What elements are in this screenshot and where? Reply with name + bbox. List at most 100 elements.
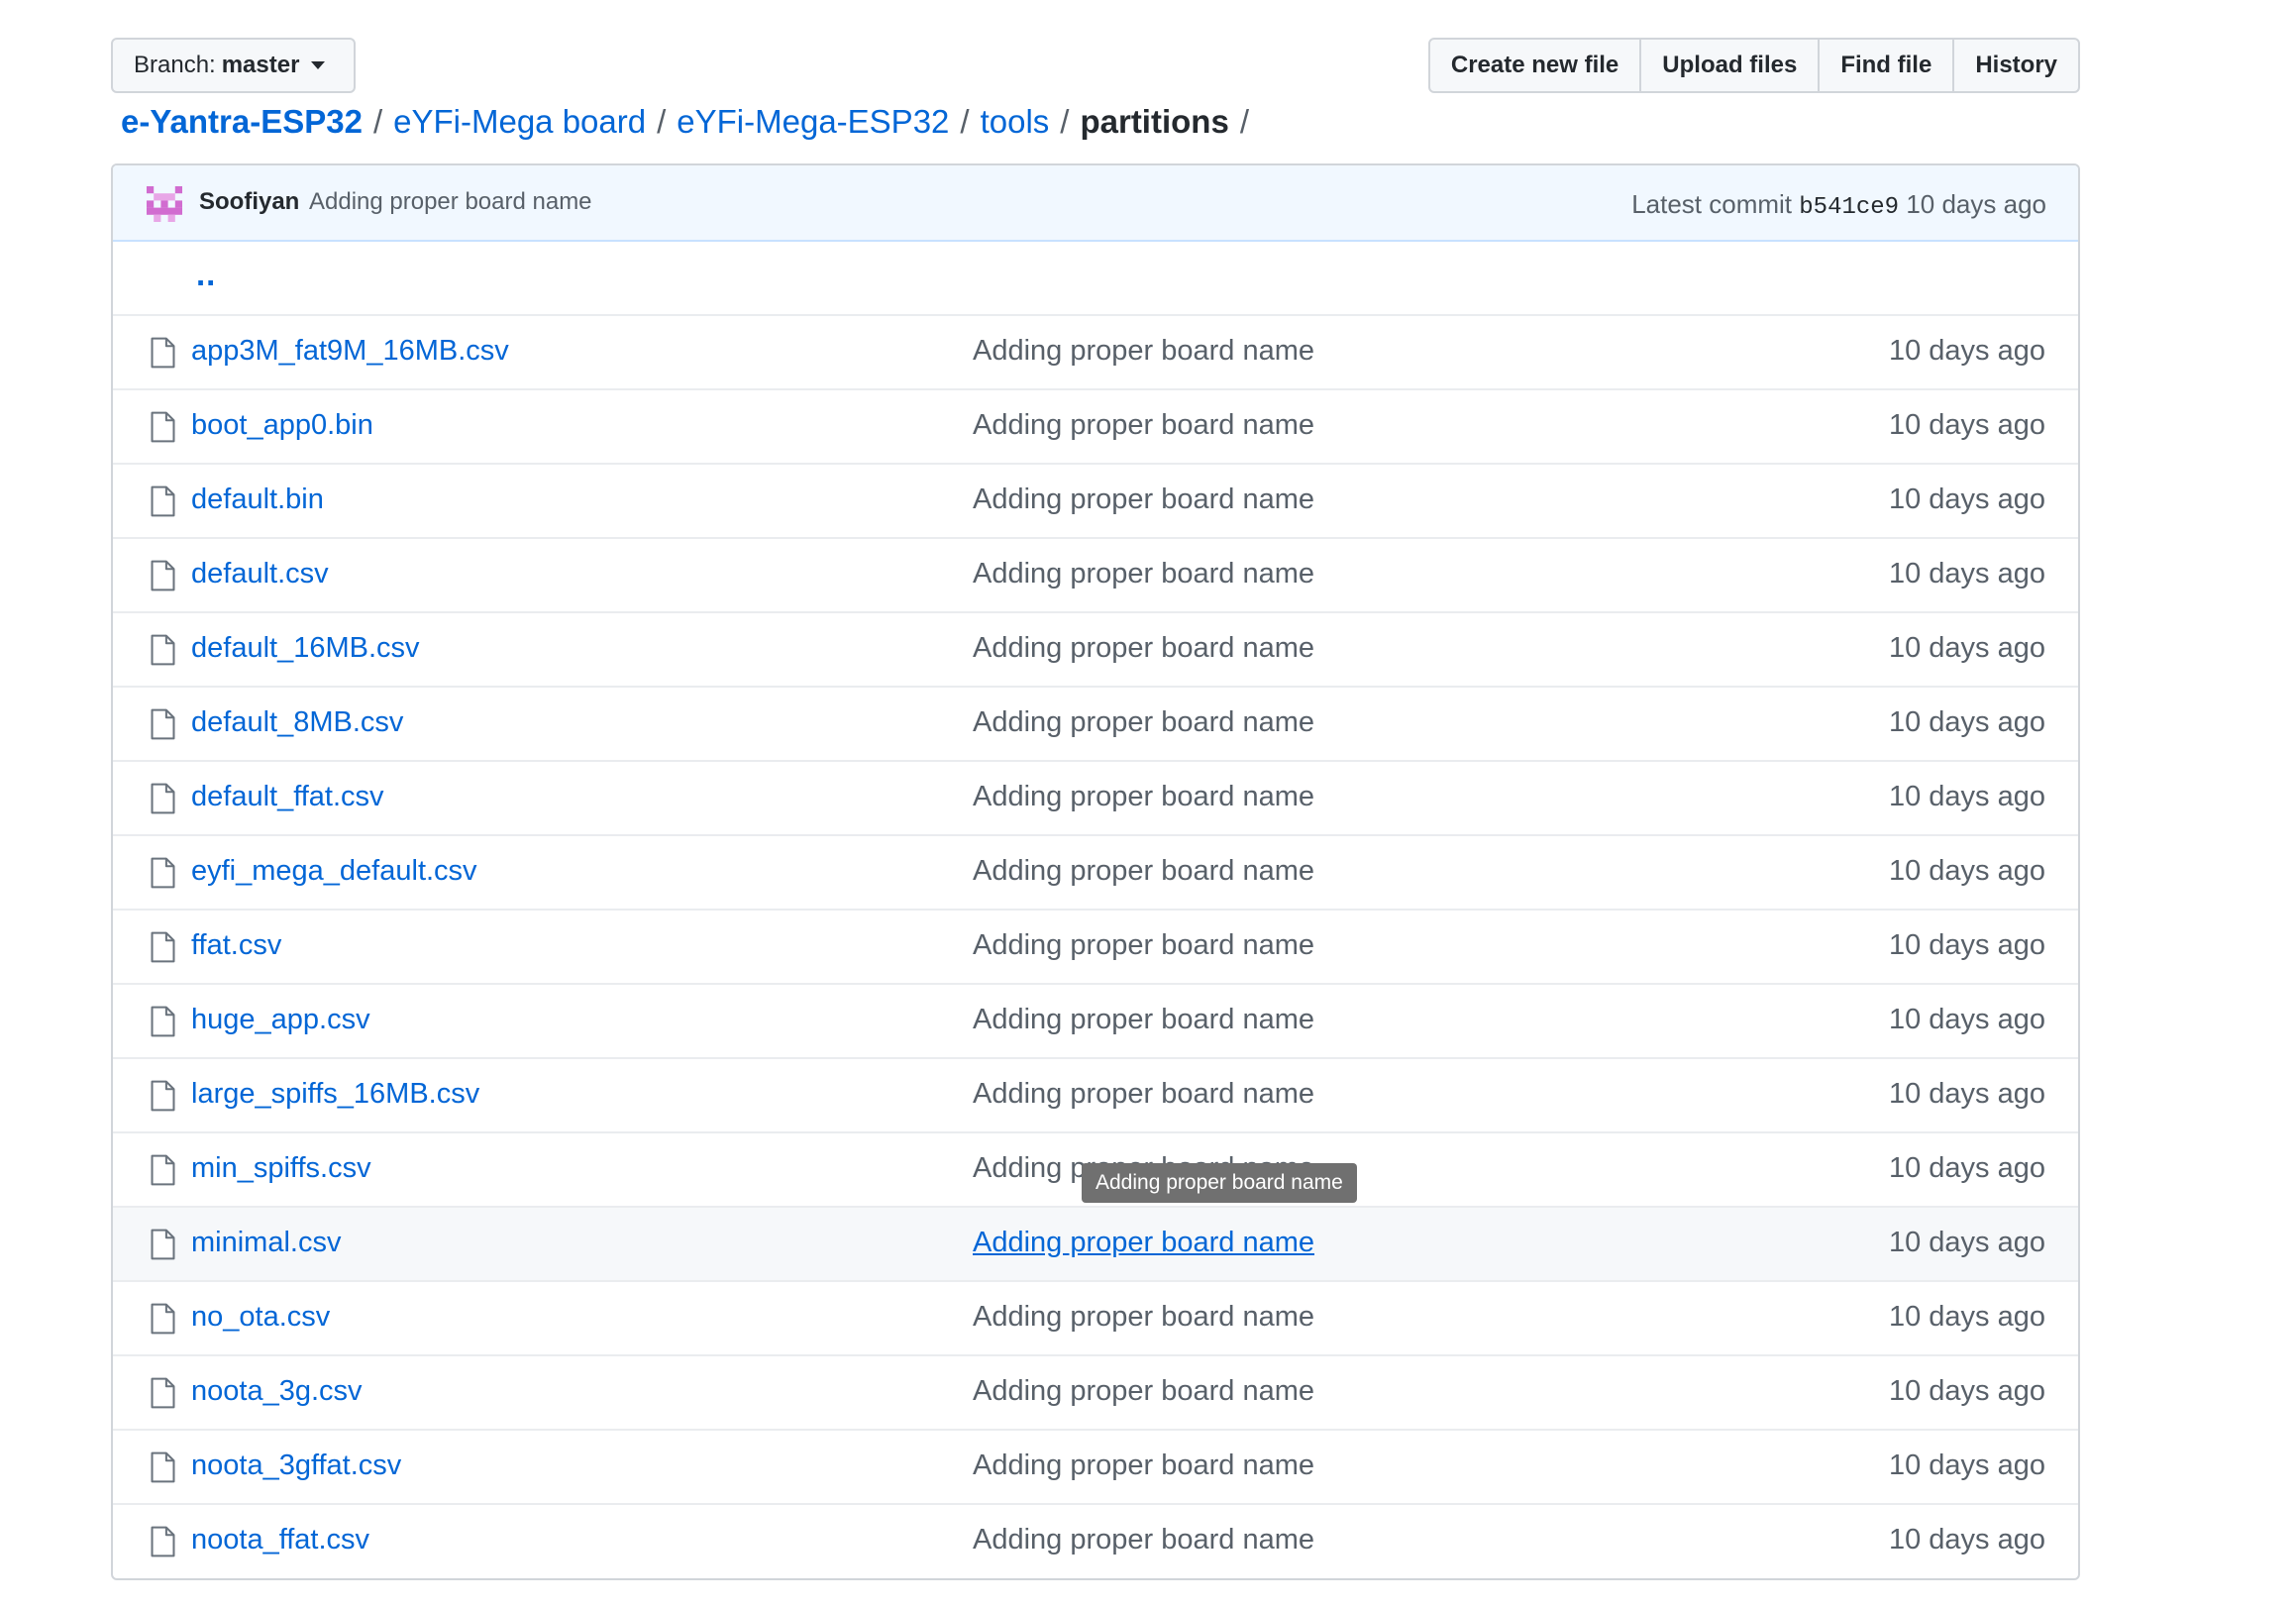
commit-message-link[interactable]: Adding proper board name: [973, 855, 1314, 888]
commit-message-link[interactable]: Adding proper board name: [973, 1078, 1314, 1111]
create-new-file-button[interactable]: Create new file: [1427, 38, 1642, 93]
commit-age: 10 days ago: [1888, 929, 2045, 961]
file-icon: [151, 1377, 175, 1409]
file-row: noota_3gffat.csv Adding proper board name…: [113, 1431, 2078, 1505]
commit-message-link[interactable]: Adding proper board name: [973, 1227, 1314, 1259]
find-file-button[interactable]: Find file: [1818, 38, 1955, 93]
latest-commit-bar: Soofiyan Adding proper board name Latest…: [113, 165, 2078, 242]
commit-age: 10 days ago: [1888, 1152, 2045, 1184]
commit-message-tooltip: Adding proper board name: [1082, 1163, 1357, 1203]
commit-age: 10 days ago: [1888, 558, 2045, 590]
file-name-link[interactable]: default.bin: [191, 483, 324, 516]
branch-label: Branch:: [134, 52, 216, 78]
commit-age: 10 days ago: [1888, 1004, 2045, 1035]
branch-name: master: [221, 52, 300, 78]
file-row: default.csv Adding proper board name 10 da…: [113, 539, 2078, 613]
branch-select-button[interactable]: Branch: master: [111, 38, 356, 93]
commit-message-link[interactable]: Adding proper board name: [973, 1375, 1314, 1408]
breadcrumb-root-link[interactable]: e-Yantra-ESP32: [121, 103, 363, 141]
file-name-link[interactable]: min_spiffs.csv: [191, 1152, 371, 1185]
file-row: minimal.csv Adding proper board name 10 da…: [113, 1208, 2078, 1282]
file-icon: [151, 1451, 175, 1483]
commit-age: 10 days ago: [1906, 189, 2046, 219]
file-row: default_8MB.csv Adding proper board name 1…: [113, 688, 2078, 762]
commit-age: 10 days ago: [1888, 483, 2045, 515]
file-browser: Soofiyan Adding proper board name Latest…: [111, 163, 2080, 1580]
file-name-link[interactable]: huge_app.csv: [191, 1004, 370, 1036]
breadcrumb-current: partitions: [1080, 103, 1229, 140]
commit-age: 10 days ago: [1888, 1078, 2045, 1110]
breadcrumb-link[interactable]: tools: [981, 103, 1050, 141]
file-icon: [151, 485, 175, 517]
file-name-link[interactable]: ffat.csv: [191, 929, 281, 962]
commit-message-link[interactable]: Adding proper board name: [309, 188, 592, 216]
file-icon: [151, 1303, 175, 1335]
file-icon: [151, 1526, 175, 1557]
file-list: app3M_fat9M_16MB.csv Adding proper board …: [113, 316, 2078, 1578]
commit-message-link[interactable]: Adding proper board name: [973, 1524, 1314, 1556]
file-name-link[interactable]: default_16MB.csv: [191, 632, 420, 665]
commit-message-link[interactable]: Adding proper board name: [973, 632, 1314, 665]
file-icon: [151, 1006, 175, 1037]
file-name-link[interactable]: eyfi_mega_default.csv: [191, 855, 477, 888]
file-icon: [151, 560, 175, 591]
file-name-link[interactable]: boot_app0.bin: [191, 409, 373, 442]
file-row: default.bin Adding proper board name 10 da…: [113, 465, 2078, 539]
file-icon: [151, 1080, 175, 1112]
file-name-link[interactable]: noota_3g.csv: [191, 1375, 363, 1408]
commit-message-link[interactable]: Adding proper board name: [973, 1449, 1314, 1482]
commit-message-link[interactable]: Adding proper board name: [973, 409, 1314, 442]
file-row: eyfi_mega_default.csv Adding proper board…: [113, 836, 2078, 911]
file-row: large_spiffs_16MB.csv Adding proper board…: [113, 1059, 2078, 1133]
file-name-link[interactable]: no_ota.csv: [191, 1301, 330, 1334]
file-icon: [151, 1154, 175, 1186]
file-name-link[interactable]: default_ffat.csv: [191, 781, 384, 813]
file-name-link[interactable]: default_8MB.csv: [191, 706, 403, 739]
file-icon: [151, 337, 175, 369]
file-icon: [151, 931, 175, 963]
file-icon: [151, 1229, 175, 1260]
commit-message-link[interactable]: Adding proper board name: [973, 1004, 1314, 1036]
file-row: ffat.csv Adding proper board name 10 days …: [113, 911, 2078, 985]
breadcrumb-separator: /: [960, 103, 970, 140]
breadcrumb-link[interactable]: eYFi-Mega-ESP32: [677, 103, 949, 141]
commit-message-link[interactable]: Adding proper board name: [973, 929, 1314, 962]
file-name-link[interactable]: large_spiffs_16MB.csv: [191, 1078, 479, 1111]
file-name-link[interactable]: noota_ffat.csv: [191, 1524, 369, 1556]
commit-author-link[interactable]: Soofiyan: [199, 188, 299, 216]
file-name-link[interactable]: minimal.csv: [191, 1227, 341, 1259]
commit-age: 10 days ago: [1888, 1301, 2045, 1333]
commit-age: 10 days ago: [1888, 335, 2045, 367]
file-row: default_16MB.csv Adding proper board name…: [113, 613, 2078, 688]
file-name-link[interactable]: noota_3gffat.csv: [191, 1449, 401, 1482]
file-row: app3M_fat9M_16MB.csv Adding proper board …: [113, 316, 2078, 390]
file-row: noota_3g.csv Adding proper board name 10 d…: [113, 1356, 2078, 1431]
commit-age: 10 days ago: [1888, 1227, 2045, 1258]
file-name-link[interactable]: default.csv: [191, 558, 329, 590]
breadcrumb-link[interactable]: eYFi-Mega board: [393, 103, 646, 141]
upload-files-button[interactable]: Upload files: [1639, 38, 1821, 93]
commit-age: 10 days ago: [1888, 706, 2045, 738]
history-button[interactable]: History: [1952, 38, 2080, 93]
breadcrumb-separator: /: [1060, 103, 1070, 140]
commit-message-link[interactable]: Adding proper board name: [973, 335, 1314, 368]
breadcrumb-separator: /: [372, 103, 383, 140]
commit-message-link[interactable]: Adding proper board name: [973, 1301, 1314, 1334]
file-icon: [151, 857, 175, 889]
caret-down-icon: [311, 61, 326, 69]
file-row: huge_app.csv Adding proper board name 10 d…: [113, 985, 2078, 1059]
commit-sha-link[interactable]: b541ce9: [1799, 194, 1899, 221]
file-icon: [151, 708, 175, 740]
commit-message-link[interactable]: Adding proper board name: [973, 483, 1314, 516]
identicon-avatar[interactable]: [147, 186, 182, 222]
file-actions: Create new file Upload files Find file H…: [1427, 38, 2080, 93]
commit-message-link[interactable]: Adding proper board name: [973, 558, 1314, 590]
commit-age: 10 days ago: [1888, 1524, 2045, 1555]
commit-meta: Latest commit b541ce9 10 days ago: [1631, 189, 2046, 221]
file-name-link[interactable]: app3M_fat9M_16MB.csv: [191, 335, 509, 368]
parent-directory-link[interactable]: ..: [196, 256, 216, 293]
commit-message-link[interactable]: Adding proper board name: [973, 706, 1314, 739]
breadcrumb-separator: /: [1239, 103, 1249, 140]
commit-age: 10 days ago: [1888, 409, 2045, 441]
commit-message-link[interactable]: Adding proper board name: [973, 781, 1314, 813]
